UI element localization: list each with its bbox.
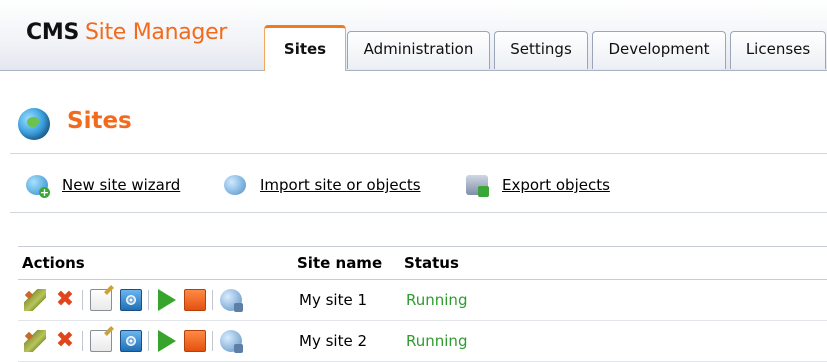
tab-sites[interactable]: Sites <box>264 25 346 71</box>
export-icon <box>466 175 489 197</box>
separator <box>212 290 213 310</box>
edit-site-icon[interactable] <box>90 330 112 352</box>
edit-site-icon[interactable] <box>90 289 112 311</box>
preview-icon[interactable] <box>120 289 142 311</box>
edit-icon[interactable] <box>24 289 46 311</box>
row-actions: ✖ <box>22 289 290 312</box>
page-title: Sites <box>67 108 132 134</box>
new-site-wizard-link[interactable]: New site wizard <box>26 174 186 198</box>
logo-cms: CMS <box>26 20 79 45</box>
edit-icon[interactable] <box>24 330 46 352</box>
import-site-label: Import site or objects <box>260 176 421 194</box>
tab-licenses[interactable]: Licenses <box>730 31 826 69</box>
divider <box>10 153 827 154</box>
preview-icon[interactable] <box>120 330 142 352</box>
separator <box>82 331 83 351</box>
site-name: My site 2 <box>299 332 367 350</box>
separator <box>148 290 149 310</box>
export-site-icon[interactable] <box>220 330 243 353</box>
site-name: My site 1 <box>299 291 367 309</box>
table-row: ✖ My site 1 Running <box>18 280 827 321</box>
actions-toolbar: New site wizard Import site or objects E… <box>0 170 827 202</box>
separator <box>82 290 83 310</box>
separator <box>212 331 213 351</box>
table-header: Actions Site name Status <box>18 246 827 280</box>
tab-development[interactable]: Development <box>592 31 726 69</box>
site-status: Running <box>406 332 468 350</box>
column-header-actions[interactable]: Actions <box>22 247 85 279</box>
logo-site-manager: Site Manager <box>84 20 228 45</box>
export-objects-link[interactable]: Export objects <box>466 174 618 197</box>
delete-icon[interactable]: ✖ <box>54 330 76 352</box>
export-objects-label: Export objects <box>502 176 610 194</box>
separator <box>148 331 149 351</box>
table-row: ✖ My site 2 Running <box>18 321 827 362</box>
sites-table: Actions Site name Status ✖ My site 1 Run… <box>18 246 827 362</box>
stop-icon[interactable] <box>184 330 206 352</box>
new-site-wizard-icon <box>26 175 50 198</box>
start-icon[interactable] <box>158 289 176 311</box>
page-title-row: Sites <box>0 100 827 150</box>
start-icon[interactable] <box>158 330 176 352</box>
column-header-status[interactable]: Status <box>404 247 459 279</box>
app-logo: CMS Site Manager <box>26 20 227 45</box>
divider <box>10 212 827 213</box>
import-icon <box>224 175 246 195</box>
column-header-site-name[interactable]: Site name <box>297 247 382 279</box>
export-site-icon[interactable] <box>220 289 243 312</box>
stop-icon[interactable] <box>184 289 206 311</box>
row-actions: ✖ <box>22 330 290 353</box>
delete-icon[interactable]: ✖ <box>54 289 76 311</box>
new-site-wizard-label: New site wizard <box>62 176 181 194</box>
globe-icon <box>18 108 50 140</box>
tab-settings[interactable]: Settings <box>494 31 588 69</box>
site-status: Running <box>406 291 468 309</box>
app-header: CMS Site Manager Sites Administration Set… <box>0 0 827 71</box>
tab-administration[interactable]: Administration <box>347 31 490 69</box>
import-site-link[interactable]: Import site or objects <box>224 174 429 196</box>
